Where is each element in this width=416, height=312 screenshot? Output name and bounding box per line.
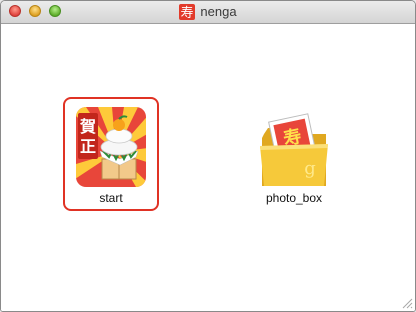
folder-char: g [304, 158, 316, 179]
title-icon-char: 寿 [181, 6, 194, 20]
finder-window: 寿 nenga 賀 正 start 寿 g photo_box [0, 0, 416, 312]
start-app-item[interactable]: 賀 正 start [63, 97, 159, 211]
start-label: start [99, 191, 123, 205]
photo-box-label: photo_box [265, 191, 323, 205]
window-title: 寿 nenga [1, 4, 415, 20]
window-content: 賀 正 start 寿 g photo_box [1, 24, 415, 311]
photo-box-folder-item[interactable]: 寿 g photo_box [246, 106, 342, 216]
window-title-text: nenga [200, 4, 237, 19]
photo-folder-icon: 寿 g [260, 113, 328, 186]
badge-char-1: 賀 [79, 117, 96, 136]
kotobuki-icon: 寿 [179, 4, 196, 20]
title-bar[interactable]: 寿 nenga [1, 1, 415, 24]
resize-grip-icon[interactable] [401, 297, 413, 309]
badge-char-2: 正 [80, 137, 96, 156]
kagami-mochi-icon: 賀 正 [76, 107, 146, 187]
